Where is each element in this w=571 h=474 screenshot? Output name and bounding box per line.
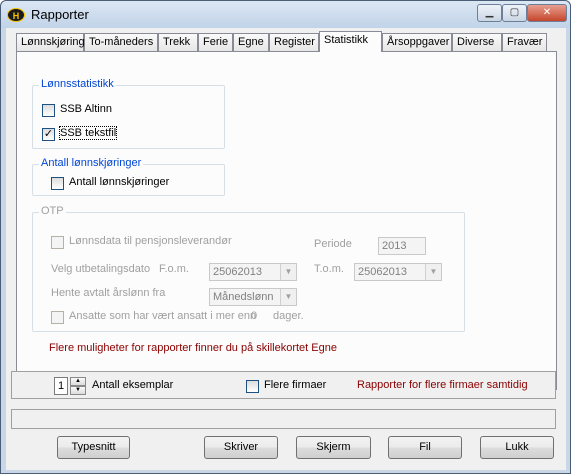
ansatte-suffix: dager.	[273, 310, 304, 322]
client-area: Lønnskjøring To-måneders Trekk Ferie Egn…	[6, 28, 566, 470]
lonnsstatistikk-group: Lønnsstatistikk SSB Altinn ✓ SSB tekstfi…	[32, 78, 225, 149]
tom-date-picker[interactable]: 25062013 ▼	[354, 263, 442, 281]
arslonn-select[interactable]: Månedslønn ▼	[209, 288, 297, 306]
periode-field[interactable]: 2013	[378, 237, 426, 255]
ansatte-checkbox[interactable]	[51, 311, 64, 324]
options-bar: 1 ▲ ▼ Antall eksemplar Flere firmaer Rap…	[11, 371, 556, 399]
otp-group: OTP Lønnsdata til pensjonsleverandør Per…	[32, 205, 465, 332]
tab-arsoppgaver[interactable]: Årsoppgaver	[382, 33, 452, 51]
minimize-icon: ▁	[485, 7, 494, 18]
flere-firmaer-label[interactable]: Flere firmaer	[264, 379, 326, 391]
ssb-tekstfil-checkbox[interactable]: ✓	[42, 128, 55, 141]
antall-lonnskjoringer-group: Antall lønnskjøringer Antall lønnskjørin…	[32, 157, 225, 196]
fom-date-picker[interactable]: 25062013 ▼	[209, 263, 297, 281]
tab-trekk[interactable]: Trekk	[158, 33, 198, 51]
fil-button[interactable]: Fil	[388, 436, 462, 459]
arslonn-label: Hente avtalt årslønn fra	[51, 287, 166, 299]
ansatte-days: 0	[251, 310, 258, 322]
tom-label: T.o.m.	[314, 263, 344, 275]
tab-ferie[interactable]: Ferie	[198, 33, 233, 51]
antall-lonnskjoringer-checkbox[interactable]	[51, 177, 64, 190]
tom-value: 25062013	[358, 266, 407, 278]
lonnsdata-label: Lønnsdata til pensjonsleverandør	[69, 235, 232, 247]
window-title: Rapporter	[31, 7, 89, 22]
egne-info-text: Flere muligheter for rapporter finner du…	[49, 342, 337, 354]
ansatte-label: Ansatte som har vært ansatt i mer enn	[69, 310, 257, 322]
statistikk-panel: Lønnsstatistikk SSB Altinn ✓ SSB tekstfi…	[16, 51, 557, 390]
tab-statistikk[interactable]: Statistikk	[319, 31, 382, 52]
skjerm-button[interactable]: Skjerm	[296, 436, 371, 459]
tab-diverse[interactable]: Diverse	[452, 33, 502, 51]
otp-title: OTP	[39, 205, 66, 217]
antall-lonnskjoringer-label[interactable]: Antall lønnskjøringer	[69, 176, 169, 188]
tab-to-maneders[interactable]: To-måneders	[84, 33, 158, 51]
eksemplar-input[interactable]: 1	[54, 377, 68, 395]
flere-firmaer-info: Rapporter for flere firmaer samtidig	[357, 379, 528, 391]
status-bar	[11, 409, 556, 429]
title-bar[interactable]: H Rapporter ▁ ▢ ✕	[1, 1, 570, 28]
antall-lonnskjoringer-title: Antall lønnskjøringer	[39, 157, 144, 169]
flere-firmaer-checkbox[interactable]	[246, 380, 259, 393]
ssb-altinn-checkbox[interactable]	[42, 104, 55, 117]
eksemplar-spinner[interactable]: ▲ ▼	[70, 377, 86, 395]
utbetalingsdato-label: Velg utbetalingsdato	[51, 263, 151, 275]
typesnitt-button[interactable]: Typesnitt	[57, 436, 130, 459]
arslonn-value: Månedslønn	[213, 291, 274, 303]
lukk-button[interactable]: Lukk	[480, 436, 554, 459]
minimize-button[interactable]: ▁	[477, 4, 502, 22]
spin-up-icon[interactable]: ▲	[70, 377, 86, 386]
chevron-down-icon[interactable]: ▼	[280, 264, 296, 280]
maximize-button[interactable]: ▢	[502, 4, 527, 22]
spin-down-icon[interactable]: ▼	[70, 386, 86, 395]
checkmark-icon: ✓	[43, 128, 54, 140]
rapporter-window: H Rapporter ▁ ▢ ✕ Lønnskjøring To-månede…	[0, 0, 571, 474]
periode-label: Periode	[314, 238, 352, 250]
fom-value: 25062013	[213, 266, 262, 278]
maximize-icon: ▢	[509, 7, 520, 18]
tab-register[interactable]: Register	[269, 33, 319, 51]
close-button[interactable]: ✕	[527, 4, 567, 22]
ssb-altinn-label[interactable]: SSB Altinn	[60, 103, 112, 115]
tab-lonnskjoring[interactable]: Lønnskjøring	[16, 33, 85, 51]
fom-label: F.o.m.	[159, 263, 189, 275]
chevron-down-icon[interactable]: ▼	[280, 289, 296, 305]
lonnsdata-checkbox[interactable]	[51, 236, 64, 249]
close-icon: ✕	[542, 7, 552, 18]
ssb-tekstfil-label[interactable]: SSB tekstfil	[58, 126, 118, 140]
chevron-down-icon[interactable]: ▼	[425, 264, 441, 280]
skriver-button[interactable]: Skriver	[204, 436, 278, 459]
eksemplar-label: Antall eksemplar	[92, 379, 174, 391]
lonnsstatistikk-title: Lønnsstatistikk	[39, 78, 116, 90]
tab-fravaer[interactable]: Fravær	[502, 33, 547, 51]
app-logo-icon: H	[7, 8, 25, 22]
tab-egne[interactable]: Egne	[233, 33, 269, 51]
